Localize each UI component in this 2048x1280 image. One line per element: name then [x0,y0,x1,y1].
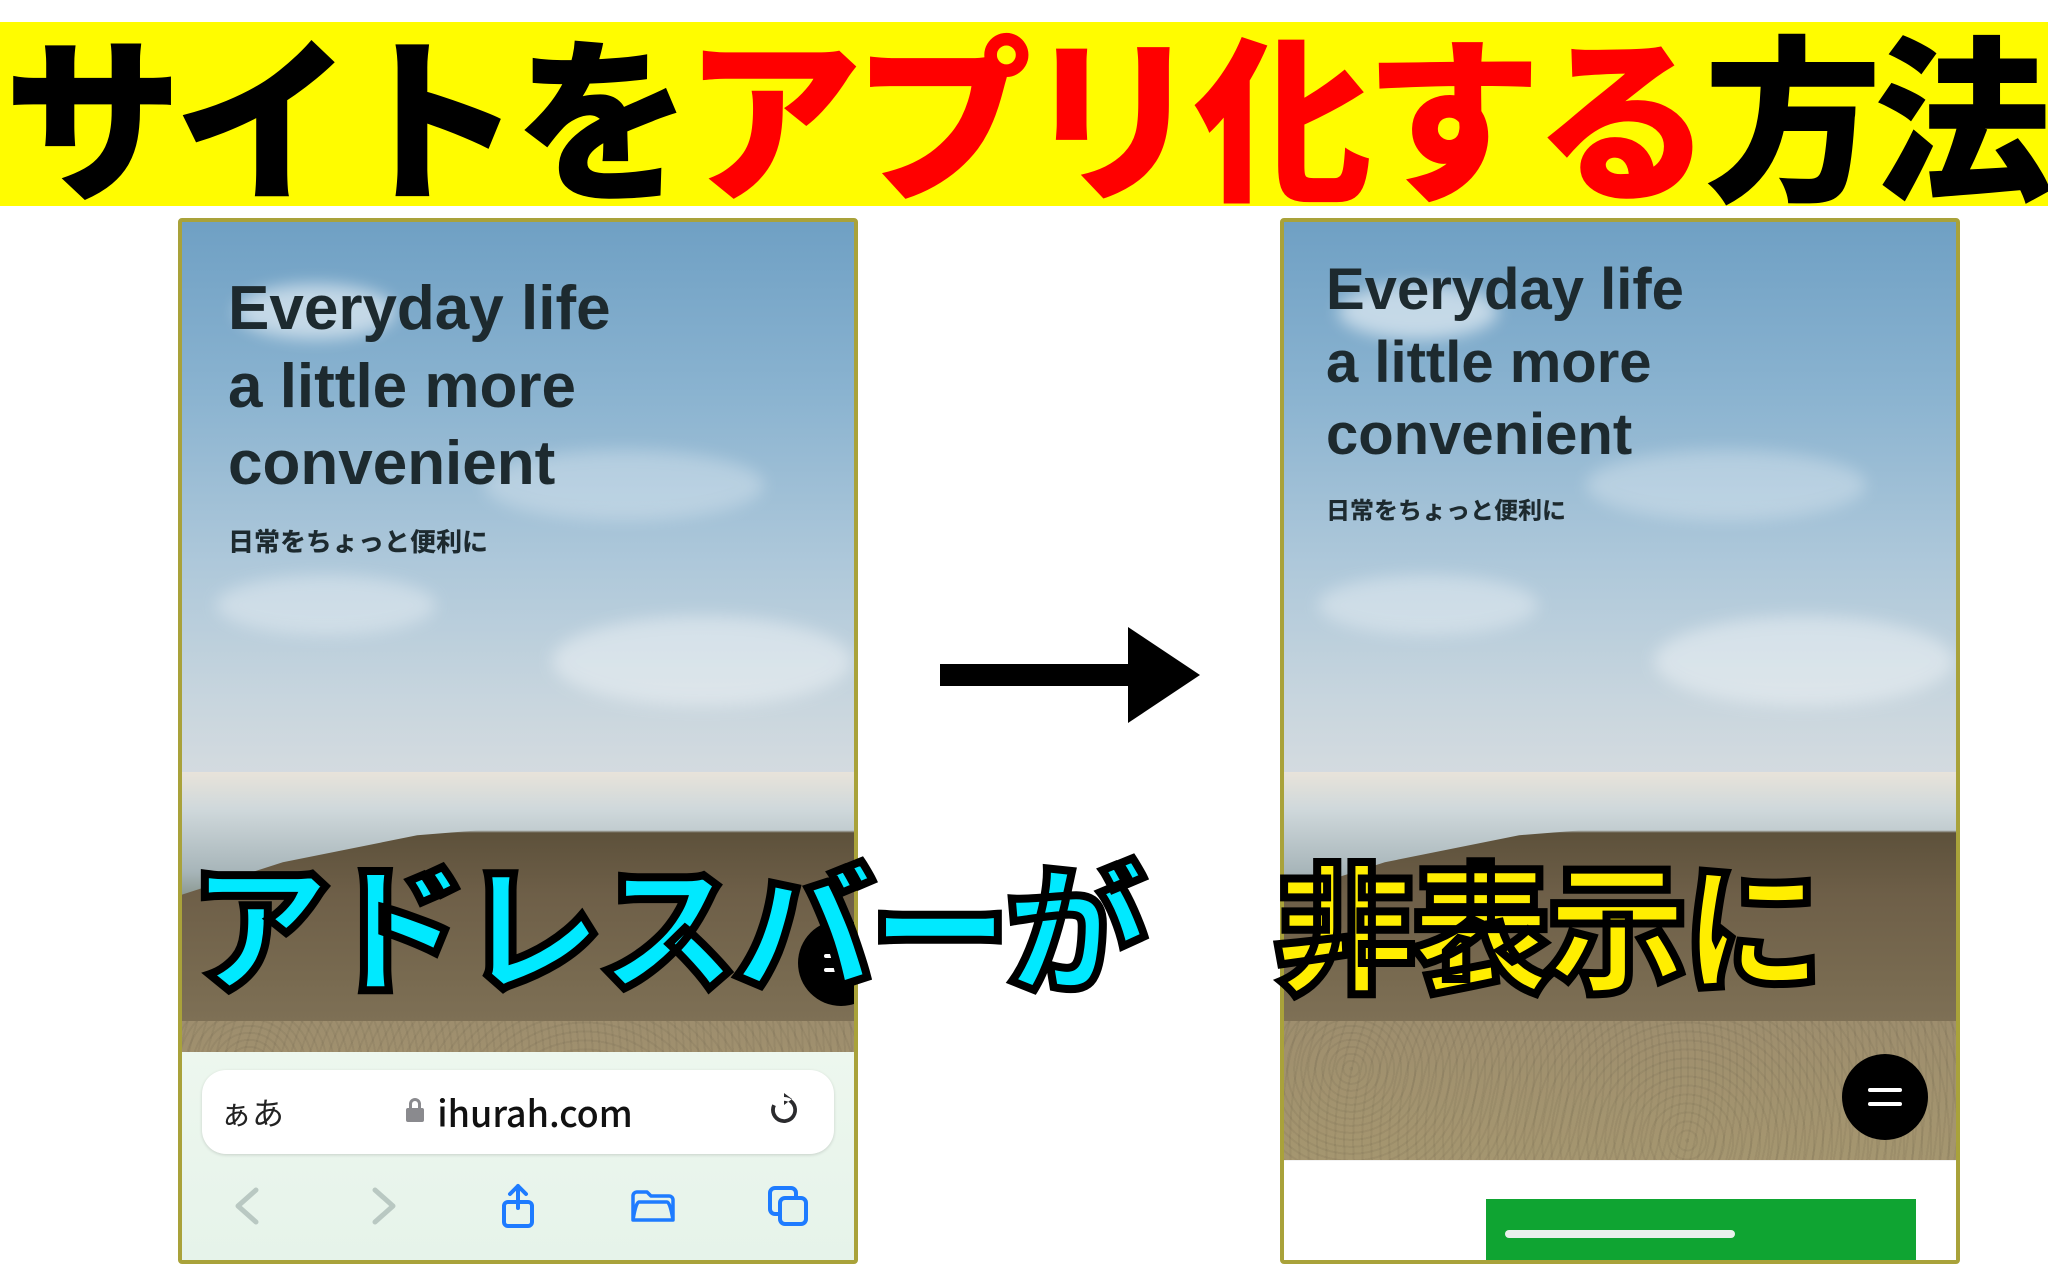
phone-right-content: Everyday life a little more convenient 日… [1284,222,1956,1260]
hero-sub: 日常をちょっと便利に [1326,494,1684,524]
phone-right-pwa: Everyday life a little more convenient 日… [1280,218,1960,1264]
menu-fab[interactable] [1842,1054,1928,1140]
home-bar-area [1284,1160,1956,1260]
lock-icon [403,1096,427,1129]
hero-line1: Everyday life [228,270,611,348]
hero-line2: a little more [228,348,611,426]
safari-toolbar [202,1154,834,1242]
forward-button[interactable] [355,1178,411,1234]
home-indicator [1505,1230,1735,1238]
phone-left-safari: Everyday life a little more convenient 日… [178,218,858,1264]
arrow-icon [940,620,1200,730]
share-button[interactable] [490,1178,546,1234]
hero-line1: Everyday life [1326,254,1684,327]
reload-button[interactable] [734,1091,834,1134]
headline-part2: アプリ化する [684,0,1704,239]
url-domain: ihurah.com [437,1086,632,1138]
hero-line3: convenient [228,425,611,503]
back-button[interactable] [220,1178,276,1234]
text-size-button[interactable]: ぁあ [202,1089,302,1135]
hero-line2: a little more [1326,327,1684,400]
hero-line3: convenient [1326,399,1684,472]
address-bar[interactable]: ぁあ ihurah.com [202,1070,834,1154]
hero-sub: 日常をちょっと便利に [228,525,611,558]
headline-part3: 方法 [1704,0,2044,239]
safari-chrome: ぁあ ihurah.com [182,1052,854,1260]
headline-highlight: サイトをアプリ化する方法 [0,22,2048,206]
tabs-button[interactable] [760,1178,816,1234]
bookmarks-button[interactable] [625,1178,681,1234]
headline-part1: サイトを [4,0,684,239]
